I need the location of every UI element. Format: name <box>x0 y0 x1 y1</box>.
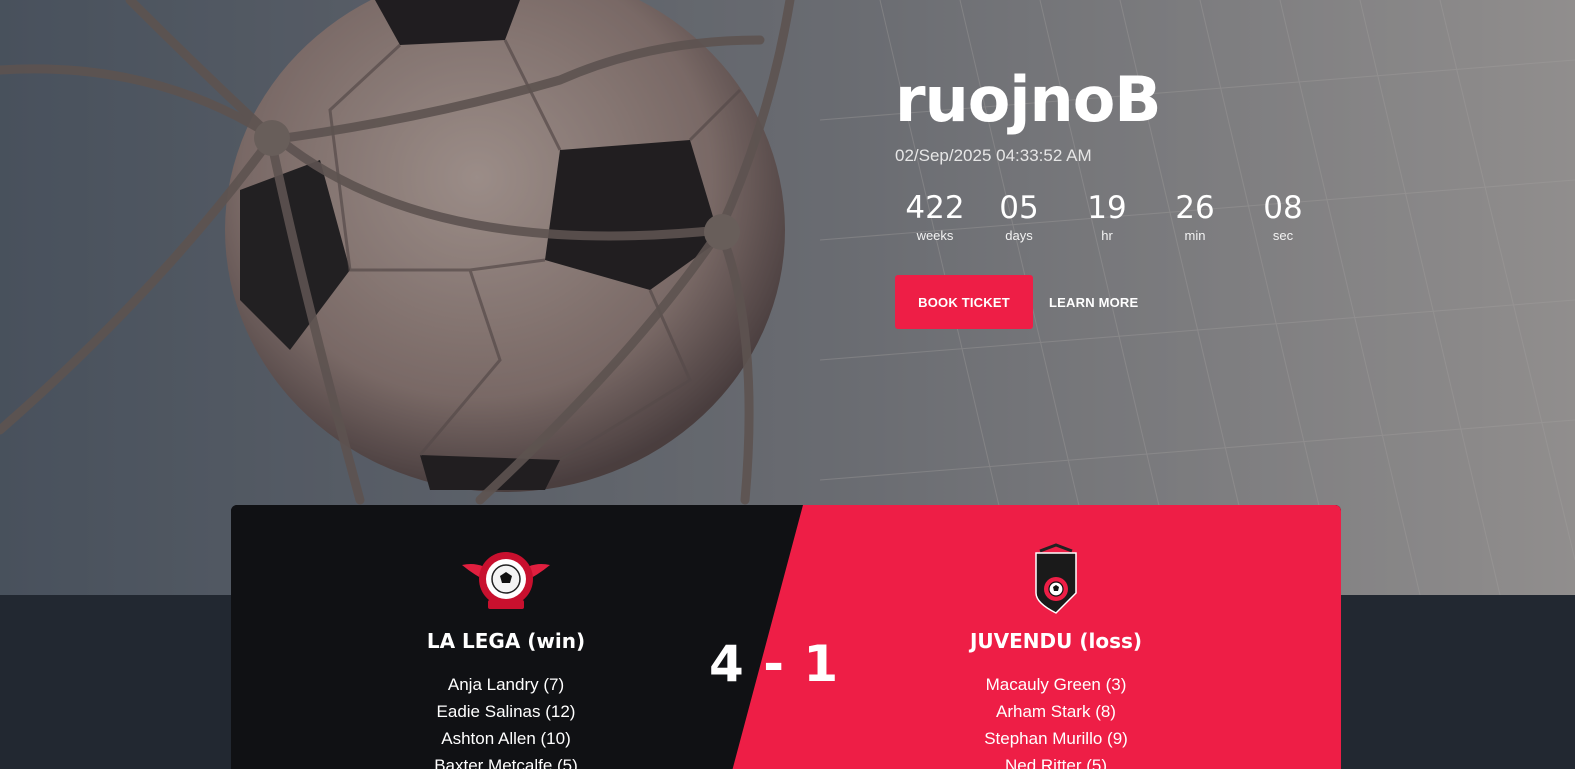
countdown-timer: 422 weeks 05 days 19 hr 26 min 08 sec <box>895 190 1415 243</box>
countdown-minutes: 26 min <box>1151 190 1239 243</box>
player-item: Anja Landry (7) <box>447 675 565 694</box>
hero-actions: BOOK TICKET LEARN MORE <box>895 275 1415 329</box>
event-title: ruojnoB <box>895 63 1162 136</box>
football-league-badge-icon <box>462 552 550 609</box>
player-item: Ned Ritter (5) <box>1004 756 1108 769</box>
hero-content: ruojnoB 02/Sep/2025 04:33:52 AM 422 week… <box>895 60 1415 329</box>
countdown-value: 19 <box>1087 190 1127 226</box>
soccer-shield-badge-icon <box>1035 543 1077 614</box>
away-team: JUVENDU (loss) Macauly Green (3) Arham S… <box>876 505 1236 769</box>
home-players-list: Anja Landry (7) Eadie Salinas (12) Ashto… <box>326 671 686 769</box>
countdown-seconds: 08 sec <box>1239 190 1327 243</box>
away-team-name: JUVENDU (loss) <box>969 629 1143 653</box>
countdown-hours: 19 hr <box>1063 190 1151 243</box>
player-item: Baxter Metcalfe (5) <box>434 756 578 769</box>
player-item: Macauly Green (3) <box>985 675 1127 694</box>
countdown-value: 08 <box>1263 190 1303 226</box>
learn-more-link[interactable]: LEARN MORE <box>1049 295 1138 310</box>
player-item: Stephan Murillo (9) <box>984 729 1128 748</box>
home-team-name: LA LEGA (win) <box>426 629 586 653</box>
countdown-label: min <box>1184 228 1206 243</box>
countdown-days: 05 days <box>975 190 1063 243</box>
countdown-value: 05 <box>999 190 1039 226</box>
countdown-value: 422 <box>905 190 965 226</box>
match-score: 4 - 1 <box>709 635 840 693</box>
countdown-value: 26 <box>1175 190 1215 226</box>
home-team: LA LEGA (win) Anja Landry (7) Eadie Sali… <box>326 505 686 769</box>
player-item: Ashton Allen (10) <box>441 729 571 748</box>
book-ticket-button[interactable]: BOOK TICKET <box>895 275 1033 329</box>
match-scorecard: LA LEGA (win) Anja Landry (7) Eadie Sali… <box>231 505 1341 769</box>
countdown-label: sec <box>1272 228 1294 243</box>
event-datetime: 02/Sep/2025 04:33:52 AM <box>895 146 1092 165</box>
countdown-weeks: 422 weeks <box>895 190 975 243</box>
player-item: Eadie Salinas (12) <box>436 702 576 721</box>
countdown-label: weeks <box>916 228 954 243</box>
countdown-label: hr <box>1101 228 1113 243</box>
countdown-label: days <box>1005 228 1033 243</box>
away-players-list: Macauly Green (3) Arham Stark (8) Stepha… <box>876 671 1236 769</box>
player-item: Arham Stark (8) <box>996 702 1116 721</box>
